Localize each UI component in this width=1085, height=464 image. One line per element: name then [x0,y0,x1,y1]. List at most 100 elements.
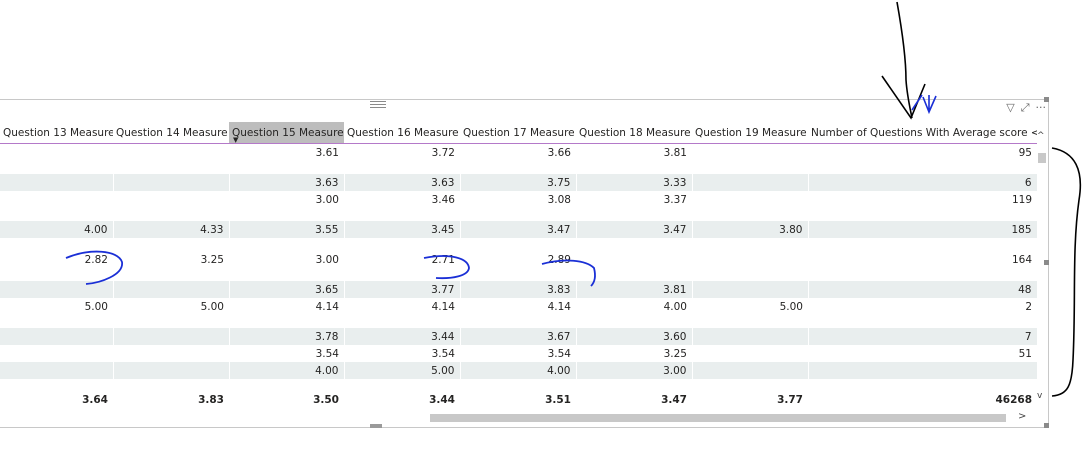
scroll-right-icon[interactable]: > [1018,411,1026,422]
table-cell[interactable] [113,144,229,162]
table-cell[interactable] [113,328,230,345]
table-cell[interactable] [808,208,1037,221]
filter-icon[interactable]: ▽ [1006,102,1014,114]
scroll-down-icon[interactable]: v [1037,391,1042,401]
table-cell[interactable] [808,161,1037,174]
table-cell[interactable] [113,238,229,251]
column-header[interactable]: Number of Questions With Average score <… [808,122,1037,144]
table-cell[interactable]: 3.44 [344,328,461,345]
table-cell[interactable]: 2.82 [0,251,113,268]
table-cell[interactable]: 4.14 [229,298,344,315]
vertical-scroll-thumb[interactable] [1038,153,1046,163]
table-cell[interactable]: 95 [808,144,1037,162]
table-cell[interactable]: 3.83 [460,281,577,298]
table-cell[interactable] [692,251,808,268]
table-cell[interactable] [0,144,113,162]
table-cell[interactable] [0,174,114,191]
table-cell[interactable] [692,161,808,174]
table-cell[interactable]: 2.71 [344,251,460,268]
table-cell[interactable]: 2.89 [460,251,576,268]
table-cell[interactable] [229,315,344,328]
table-cell[interactable]: 5.00 [344,362,461,379]
table-cell[interactable] [229,208,344,221]
table-cell[interactable] [0,281,114,298]
table-cell[interactable]: 3.81 [576,144,692,162]
table-cell[interactable] [113,161,229,174]
column-header[interactable]: Question 17 Measure [460,122,576,144]
table-cell[interactable] [229,268,344,281]
table-cell[interactable] [113,208,229,221]
table-cell[interactable]: 3.77 [344,281,461,298]
table-cell[interactable]: 3.78 [229,328,345,345]
table-cell[interactable]: 3.25 [576,345,692,362]
table-cell[interactable]: 3.61 [229,144,344,162]
table-cell[interactable]: 3.47 [460,221,577,238]
table-cell[interactable] [576,161,692,174]
table-cell[interactable] [576,251,692,268]
vertical-scrollbar[interactable]: ^ v [1036,131,1047,401]
table-cell[interactable] [808,379,1037,392]
table-cell[interactable]: 3.37 [576,191,692,208]
table-cell[interactable] [0,161,113,174]
table-cell[interactable] [460,315,576,328]
table-cell[interactable] [692,174,809,191]
table-cell[interactable] [692,208,808,221]
column-header[interactable]: Question 13 Measure [0,122,113,144]
column-header[interactable]: Question 15 Measure ▼ [229,122,344,144]
table-cell[interactable]: 4.00 [576,298,692,315]
horizontal-scrollbar[interactable]: > [0,411,1036,424]
table-cell[interactable] [344,268,460,281]
table-cell[interactable] [576,238,692,251]
table-cell[interactable]: 4.14 [344,298,460,315]
table-cell[interactable] [460,268,576,281]
table-cell[interactable] [344,238,460,251]
table-cell[interactable] [576,379,692,392]
table-cell[interactable] [344,208,460,221]
table-cell[interactable] [113,281,230,298]
table-cell[interactable]: 3.80 [692,221,809,238]
table-cell[interactable] [692,191,808,208]
table-cell[interactable] [692,315,808,328]
table-cell[interactable] [692,328,809,345]
table-cell[interactable] [113,362,230,379]
focus-mode-icon[interactable]: ⤢ [1021,102,1030,114]
table-cell[interactable] [229,161,344,174]
sort-descending-icon[interactable]: ▼ [233,136,238,143]
table-cell[interactable] [808,268,1037,281]
table-cell[interactable] [0,208,113,221]
table-cell[interactable] [229,379,344,392]
table-cell[interactable] [113,315,229,328]
table-cell[interactable] [0,362,114,379]
table-cell[interactable]: 4.14 [460,298,576,315]
table-cell[interactable]: 5.00 [692,298,808,315]
table-cell[interactable] [113,345,229,362]
table-cell[interactable] [692,238,808,251]
table-cell[interactable]: 3.63 [344,174,461,191]
table-cell[interactable] [692,268,808,281]
table-cell[interactable] [460,238,576,251]
table-cell[interactable] [576,208,692,221]
table-cell[interactable] [113,191,229,208]
column-header[interactable]: Question 18 Measure [576,122,692,144]
horizontal-scroll-thumb[interactable] [430,414,1006,422]
table-cell[interactable]: 3.46 [344,191,460,208]
column-header[interactable]: Question 16 Measure [344,122,460,144]
table-cell[interactable] [229,238,344,251]
table-cell[interactable] [113,379,229,392]
table-cell[interactable]: 3.60 [576,328,693,345]
table-cell[interactable] [692,281,809,298]
table-cell[interactable] [344,379,460,392]
table-cell[interactable] [0,191,113,208]
table-cell[interactable]: 3.54 [460,345,576,362]
table-cell[interactable]: 3.72 [344,144,460,162]
table-cell[interactable]: 3.08 [460,191,576,208]
table-cell[interactable] [0,379,113,392]
table-cell[interactable] [0,345,113,362]
table-cell[interactable]: 5.00 [0,298,113,315]
table-cell[interactable]: 3.00 [229,251,344,268]
table-cell[interactable]: 4.00 [229,362,345,379]
table-cell[interactable] [692,379,808,392]
table-cell[interactable] [344,161,460,174]
table-cell[interactable]: 3.45 [344,221,461,238]
drag-grip-icon[interactable] [370,99,386,108]
